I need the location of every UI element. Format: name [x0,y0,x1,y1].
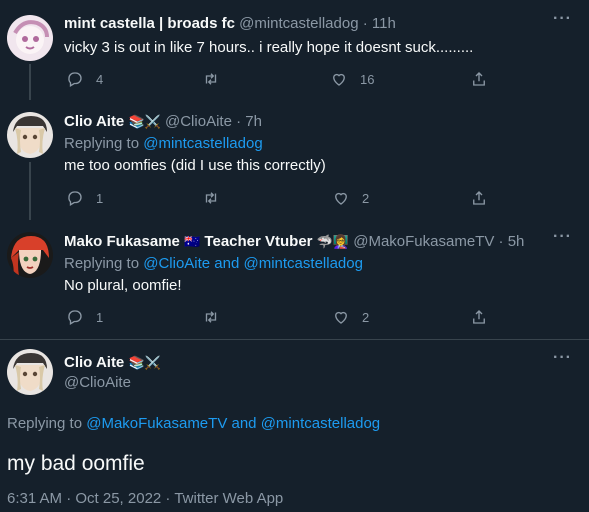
tweet-header: Mako Fukasame 🇦🇺 Teacher Vtuber 🦈👩‍🏫 @Ma… [64,232,524,252]
reply-to-link[interactable]: @ClioAite and @mintcastelladog [143,255,363,272]
reply-to-link[interactable]: @mintcastelladog [261,415,380,432]
main-tweet-text: my bad oomfie [7,452,145,475]
timestamp[interactable]: 5h [508,233,525,250]
display-name[interactable]: Clio Aite [64,113,124,130]
display-name[interactable]: Mako Fukasame [64,233,180,250]
reply-button[interactable]: 4 [66,70,103,88]
australia-flag-icon: 🇦🇺 [184,234,201,250]
handle[interactable]: @MakoFukasameTV [353,233,494,250]
like-count: 16 [360,71,375,87]
thread-line [29,162,31,220]
reply-button[interactable]: 1 [66,189,103,207]
reply-icon [68,72,82,87]
tweet-header: mint castella | broads fc @mintcastellad… [64,15,396,32]
reply-count: 1 [96,190,104,206]
timestamp[interactable]: 7h [245,113,262,130]
retweet-icon [205,311,217,323]
shark-icon: 🦈 [316,234,333,250]
share-icon [473,310,485,324]
tweet-text: me too oomfies (did I use this correctly… [64,157,326,174]
divider [0,339,589,340]
retweet-button[interactable] [202,70,220,88]
replying-to: Replying to @MakoFukasameTV and @mintcas… [7,415,381,432]
retweet-button[interactable] [202,189,220,207]
reply-button[interactable]: 1 [66,308,103,326]
crossed-swords-icon: ⚔️ [144,355,161,371]
heart-icon [333,73,345,86]
tweet-text: No plural, oomfie! [64,277,182,294]
reply-icon [68,191,82,206]
reply-count: 4 [96,71,104,87]
more-options-icon[interactable]: ··· [553,228,572,246]
thread-line [29,64,31,100]
teacher-icon: 👩‍🏫 [332,234,350,250]
retweet-button[interactable] [202,308,220,326]
share-icon [473,191,485,205]
replying-to: Replying to @mintcastelladog [64,135,263,152]
heart-icon [335,311,347,324]
handle[interactable]: @mintcastelladog [239,15,358,32]
avatar-clio[interactable] [7,112,53,158]
like-button[interactable]: 16 [330,70,374,88]
avatar-mako[interactable] [7,232,53,278]
like-button[interactable]: 2 [332,308,369,326]
reply-count: 1 [96,309,104,325]
like-button[interactable]: 2 [332,189,369,207]
tweet-header: Clio Aite 📚⚔️ @ClioAite · 7h [64,112,262,132]
display-name[interactable]: mint castella | broads fc [64,15,235,32]
replying-to: Replying to @ClioAite and @mintcastellad… [64,255,363,272]
books-icon: 📚 [128,355,145,371]
heart-icon [335,192,347,205]
share-button[interactable] [470,70,488,88]
share-button[interactable] [470,189,488,207]
crossed-swords-icon: ⚔️ [144,114,161,130]
reply-icon [68,310,82,325]
share-icon [473,72,485,86]
handle[interactable]: @ClioAite [64,373,131,393]
like-count: 2 [362,309,370,325]
tweet-metadata[interactable]: 6:31 AM · Oct 25, 2022 · Twitter Web App [7,489,283,509]
timestamp[interactable]: 11h [372,15,396,32]
avatar-clio-main[interactable] [7,349,53,395]
tweet-actions: 1 2 [64,189,494,209]
share-button[interactable] [470,308,488,326]
display-name-suffix[interactable]: Teacher Vtuber [204,233,312,250]
reply-to-link[interactable]: @mintcastelladog [143,135,262,152]
avatar-mint[interactable] [7,15,53,61]
more-options-icon[interactable]: ··· [553,10,572,28]
like-count: 2 [362,190,370,206]
more-options-icon[interactable]: ··· [553,349,572,367]
handle[interactable]: @ClioAite [165,113,232,130]
tweet-actions: 4 16 [64,70,494,90]
reply-to-link[interactable]: @MakoFukasameTV [86,415,227,432]
tweet-actions: 1 2 [64,308,494,328]
display-name[interactable]: Clio Aite [64,354,124,371]
tweet-text: vicky 3 is out in like 7 hours.. i reall… [64,39,474,56]
main-author: Clio Aite 📚⚔️ [64,353,161,373]
retweet-icon [205,73,217,85]
books-icon: 📚 [128,114,145,130]
retweet-icon [205,192,217,204]
